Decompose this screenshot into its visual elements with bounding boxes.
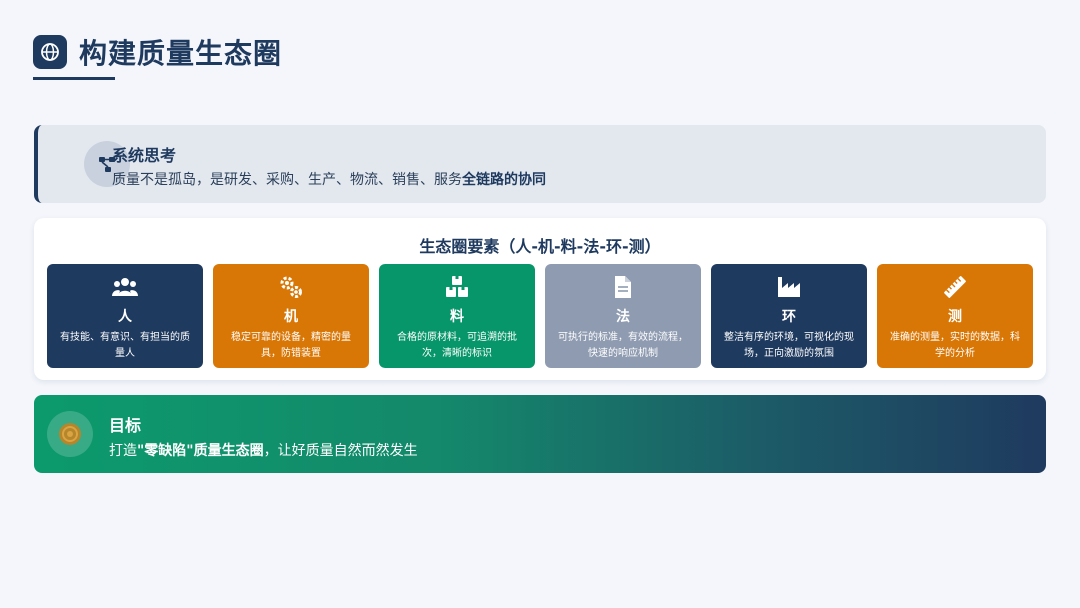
element-card-environment: 环 整洁有序的环境，可视化的现场，正向激励的氛围 <box>711 264 867 368</box>
system-title: 系统思考 <box>112 146 177 165</box>
page-title: 构建质量生态圈 <box>79 37 283 70</box>
ruler-icon <box>942 274 968 300</box>
element-card-measurement: 测 准确的测量，实时的数据，科学的分析 <box>877 264 1033 368</box>
card-description: 稳定可靠的设备，精密的量具，防错装置 <box>231 332 351 359</box>
system-thinking-card: 系统思考 质量不是孤岛，是研发、采购、生产、物流、销售、服务全链路的协同 <box>34 125 1046 203</box>
target-icon <box>47 411 93 457</box>
goal-desc-suffix: ，让好质量自然而然发生 <box>263 443 418 459</box>
factory-icon <box>776 274 802 300</box>
ecosystem-panel: 生态圈要素（人-机-料-法-环-测） 人 有技能、有意识、有担当的质量人 机 稳… <box>34 218 1046 380</box>
page-header: 构建质量生态圈 <box>33 32 282 72</box>
card-title: 测 <box>948 309 962 325</box>
element-card-method: 法 可执行的标准，有效的流程，快速的响应机制 <box>545 264 701 368</box>
goal-title: 目标 <box>109 416 142 435</box>
ecosystem-cards: 人 有技能、有意识、有担当的质量人 机 稳定可靠的设备，精密的量具，防错装置 料… <box>47 264 1033 368</box>
system-desc-bold: 全链路的协同 <box>462 172 546 188</box>
goal-desc-prefix: 打造 <box>109 443 137 459</box>
goal-description: 打造"零缺陷"质量生态圈，让好质量自然而然发生 <box>109 440 418 460</box>
goal-desc-bold: "零缺陷"质量生态圈 <box>137 443 264 459</box>
goal-card: 目标 打造"零缺陷"质量生态圈，让好质量自然而然发生 <box>34 395 1046 473</box>
element-card-people: 人 有技能、有意识、有担当的质量人 <box>47 264 203 368</box>
system-desc-text: 质量不是孤岛，是研发、采购、生产、物流、销售、服务 <box>112 172 462 188</box>
ecosystem-title: 生态圈要素（人-机-料-法-环-测） <box>419 237 661 256</box>
element-card-material: 料 合格的原材料，可追溯的批次，清晰的标识 <box>379 264 535 368</box>
globe-icon <box>33 35 67 69</box>
card-title: 人 <box>118 309 132 325</box>
card-description: 可执行的标准，有效的流程，快速的响应机制 <box>558 332 688 359</box>
card-title: 机 <box>284 309 298 325</box>
card-title: 料 <box>450 309 464 325</box>
card-title: 法 <box>616 309 630 325</box>
card-description: 整洁有序的环境，可视化的现场，正向激励的氛围 <box>724 332 854 359</box>
card-description: 有技能、有意识、有担当的质量人 <box>60 332 190 359</box>
title-underline <box>33 77 115 80</box>
boxes-icon <box>444 274 470 300</box>
card-description: 合格的原材料，可追溯的批次，清晰的标识 <box>397 332 517 359</box>
document-icon <box>610 274 636 300</box>
gears-icon <box>278 274 304 300</box>
card-description: 准确的测量，实时的数据，科学的分析 <box>890 332 1020 359</box>
system-description: 质量不是孤岛，是研发、采购、生产、物流、销售、服务全链路的协同 <box>112 169 546 189</box>
users-icon <box>112 274 138 300</box>
card-title: 环 <box>782 309 796 325</box>
element-card-machine: 机 稳定可靠的设备，精密的量具，防错装置 <box>213 264 369 368</box>
